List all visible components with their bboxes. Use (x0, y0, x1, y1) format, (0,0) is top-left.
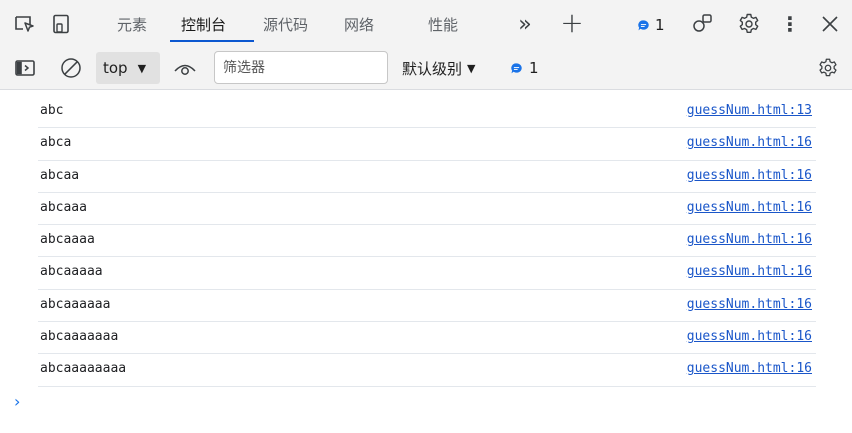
log-levels-label: 默认级别 (402, 59, 463, 78)
source-link[interactable]: guessNum.html:16 (687, 297, 812, 312)
console-toolbar: top ▼ 默认级别 ▼ 1 (0, 48, 852, 90)
more-options-icon[interactable]: ⋮ (780, 10, 800, 38)
source-link[interactable]: guessNum.html:16 (687, 135, 812, 150)
tab-sources[interactable]: 源代码 (263, 0, 308, 48)
source-link[interactable]: guessNum.html:13 (687, 103, 812, 118)
issues-count: 1 (655, 16, 665, 34)
message-text: abca (40, 135, 72, 151)
toolbar-issues-count: 1 (529, 59, 539, 77)
issues-icon (511, 62, 522, 73)
sidebar-toggle-icon[interactable] (12, 56, 38, 80)
message-text: abcaaa (40, 199, 87, 215)
console-message-row: abcaaaaa guessNum.html:16 (0, 257, 852, 291)
tab-label: 性能 (428, 15, 459, 34)
inspect-element-icon[interactable] (12, 12, 36, 36)
tab-elements[interactable]: 元素 (117, 0, 147, 48)
source-link[interactable]: guessNum.html:16 (687, 168, 812, 183)
console-message-row: abcaaaa guessNum.html:16 (0, 225, 852, 258)
clear-console-icon[interactable] (58, 55, 84, 81)
console-message-row: abca guessNum.html:16 (0, 128, 852, 161)
message-text: abc (40, 103, 64, 118)
console-message-row: abc guessNum.html:13 (0, 96, 852, 129)
console-message-row: abcaaa guessNum.html:16 (0, 193, 852, 226)
message-text: abcaaaa (40, 232, 95, 248)
filter-input[interactable] (214, 51, 388, 84)
dropdown-caret-icon: ▼ (467, 61, 476, 75)
context-value: top (103, 59, 128, 77)
source-link[interactable]: guessNum.html:16 (687, 264, 812, 279)
customize-icon[interactable] (690, 11, 716, 37)
message-text: abcaaaaaaa (40, 329, 119, 345)
close-icon[interactable] (816, 10, 844, 38)
console-prompt-icon[interactable]: › (14, 392, 20, 411)
source-link[interactable]: guessNum.html:16 (687, 200, 812, 215)
message-text: abcaa (40, 167, 80, 183)
active-tab-indicator (170, 40, 254, 42)
message-text: abcaaaaa (40, 264, 103, 280)
more-tabs-icon[interactable]: » (511, 10, 539, 38)
source-link[interactable]: guessNum.html:16 (687, 329, 812, 344)
message-text: abcaaaaaa (40, 296, 111, 312)
tab-network[interactable]: 网络 (344, 0, 374, 48)
devtools-tab-bar: 元素 控制台 源代码 网络 性能 » + 1 ⋮ (0, 0, 852, 48)
context-selector[interactable]: top ▼ (96, 52, 160, 84)
message-text: abcaaaaaaaa (40, 361, 127, 377)
console-message-row: abcaaaaaaa guessNum.html:16 (0, 322, 852, 355)
device-toolbar-icon[interactable] (49, 12, 73, 36)
issues-icon (638, 19, 649, 30)
tab-label: 元素 (117, 15, 148, 34)
source-link[interactable]: guessNum.html:16 (687, 361, 812, 376)
settings-gear-icon[interactable] (736, 11, 762, 37)
log-levels-dropdown[interactable]: 默认级别 ▼ (402, 48, 475, 88)
tab-label: 源代码 (263, 15, 309, 34)
dropdown-caret-icon: ▼ (137, 61, 147, 75)
live-expression-icon[interactable] (171, 56, 199, 80)
toolbar-issues-button[interactable]: 1 (510, 48, 539, 88)
console-settings-gear-icon[interactable] (815, 55, 841, 81)
tab-label: 控制台 (181, 15, 227, 34)
add-tab-icon[interactable]: + (558, 6, 586, 39)
issues-button[interactable]: 1 (637, 13, 665, 37)
console-messages: abc guessNum.html:13 abca guessNum.html:… (0, 96, 852, 387)
console-message-row: abcaaaaaa guessNum.html:16 (0, 290, 852, 323)
tab-performance[interactable]: 性能 (428, 0, 458, 48)
tab-label: 网络 (344, 15, 375, 34)
console-message-row: abcaa guessNum.html:16 (0, 161, 852, 194)
console-message-row: abcaaaaaaaa guessNum.html:16 (0, 354, 852, 387)
source-link[interactable]: guessNum.html:16 (687, 232, 812, 247)
